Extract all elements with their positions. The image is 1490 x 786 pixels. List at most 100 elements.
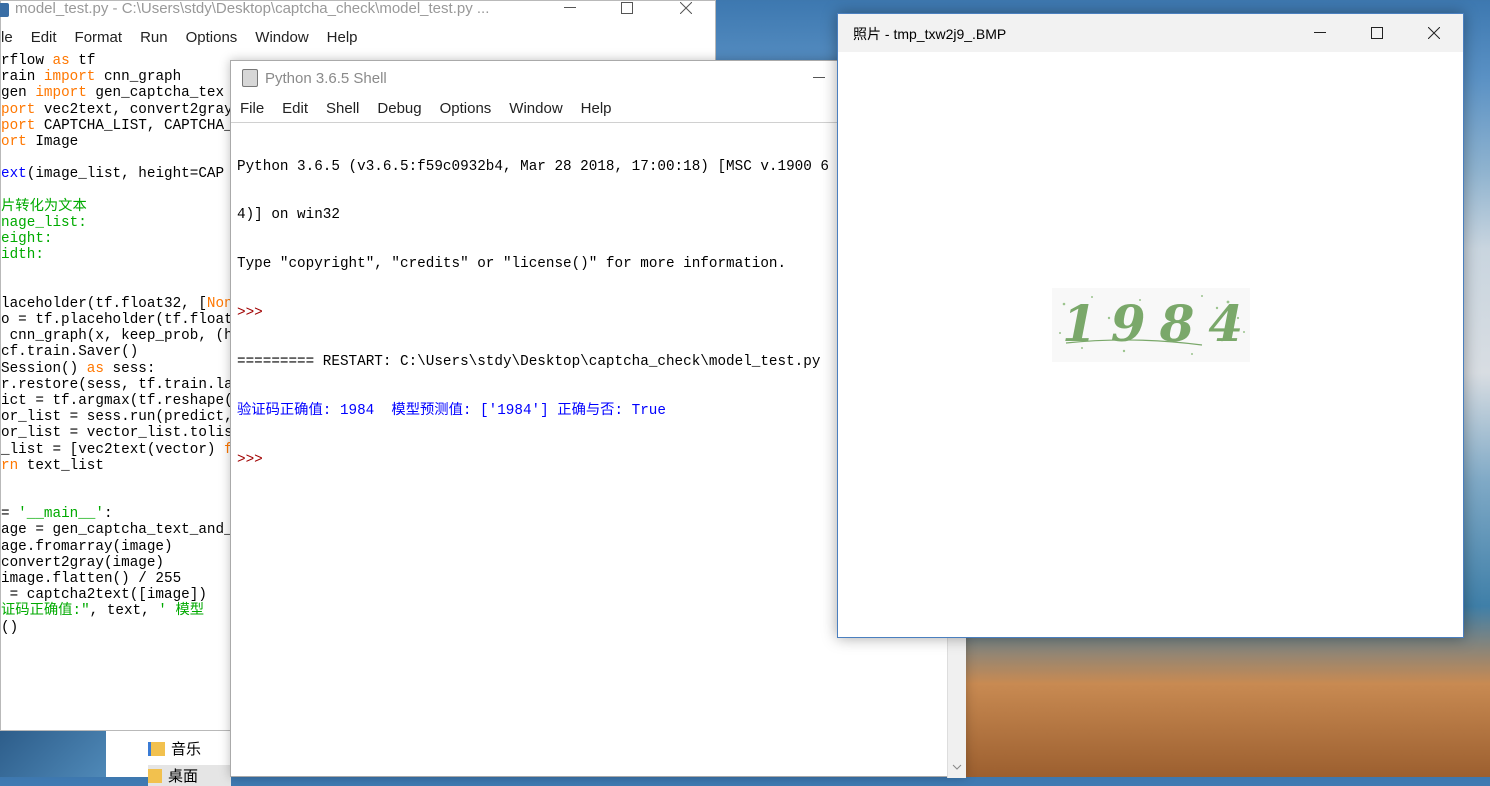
menu-item[interactable]: Options bbox=[431, 97, 501, 121]
maximize-button[interactable] bbox=[604, 0, 650, 23]
folder-icon bbox=[148, 741, 165, 756]
minimize-button[interactable] bbox=[796, 63, 842, 93]
code-line: 证码正确值:", text, ' 模型 bbox=[1, 603, 233, 619]
close-button[interactable] bbox=[1411, 18, 1457, 48]
code-line: cnn_graph(x, keep_prob, (h bbox=[1, 328, 233, 344]
code-token: _list = [vec2text(vector) bbox=[1, 441, 225, 458]
shell-output[interactable]: Python 3.6.5 (v3.6.5:f59c0932b4, Mar 28 … bbox=[237, 126, 829, 501]
code-token: gen bbox=[1, 85, 36, 102]
code-token: or_list = vector_list.tolis bbox=[1, 425, 233, 442]
code-line: laceholder(tf.float32, [Non bbox=[1, 296, 233, 312]
code-line: ort Image bbox=[1, 134, 233, 150]
minimize-icon bbox=[813, 77, 825, 78]
maximize-button[interactable] bbox=[1354, 18, 1400, 48]
menu-item[interactable]: Edit bbox=[22, 26, 66, 50]
code-line: o = tf.placeholder(tf.float bbox=[1, 312, 233, 328]
code-line: = captcha2text([image]) bbox=[1, 587, 233, 603]
code-line: () bbox=[1, 620, 233, 636]
photos-window: 照片 - tmp_txw2j9_.BMP 1984 bbox=[837, 13, 1464, 638]
code-token: image.flatten() / 255 bbox=[1, 571, 182, 587]
photos-titlebar[interactable]: 照片 - tmp_txw2j9_.BMP bbox=[838, 14, 1463, 52]
banner-line: Python 3.6.5 (v3.6.5:f59c0932b4, Mar 28 … bbox=[237, 158, 829, 175]
menu-item[interactable]: Window bbox=[246, 26, 317, 50]
code-token: port bbox=[1, 101, 36, 118]
explorer-pane: 音乐 桌面 bbox=[106, 731, 231, 786]
code-line: or_list = vector_list.tolis bbox=[1, 425, 233, 441]
minimize-button[interactable] bbox=[1297, 18, 1343, 48]
code-line: age.fromarray(image) bbox=[1, 539, 233, 555]
menu-item[interactable]: Options bbox=[177, 26, 247, 50]
code-token: o = tf.placeholder(tf.float bbox=[1, 312, 233, 328]
code-line: port vec2text, convert2gray bbox=[1, 102, 233, 118]
menu-item[interactable]: Run bbox=[131, 26, 177, 50]
menu-item[interactable]: Format bbox=[66, 26, 132, 50]
menu-item[interactable]: Shell bbox=[317, 97, 368, 121]
code-token: 片转化为文本 bbox=[1, 198, 87, 215]
code-token: import bbox=[35, 85, 87, 102]
code-line: rain import cnn_graph bbox=[1, 69, 233, 85]
code-token: import bbox=[43, 69, 96, 86]
editor-menubar: le Edit Format Run Options Window Help bbox=[0, 26, 715, 50]
menu-item[interactable]: le bbox=[0, 26, 22, 50]
menu-item[interactable]: Debug bbox=[368, 97, 430, 121]
code-token: rn bbox=[1, 457, 19, 474]
minimize-button[interactable] bbox=[547, 0, 593, 23]
code-line: rn text_list bbox=[1, 458, 233, 474]
code-token: gen_captcha_tex bbox=[86, 85, 225, 102]
photos-title: 照片 - tmp_txw2j9_.BMP bbox=[853, 26, 1007, 42]
code-area[interactable]: rflow as tf rain import cnn_graph gen impo… bbox=[1, 53, 233, 636]
editor-titlebar[interactable]: model_test.py - C:\Users\stdy\Desktop\ca… bbox=[0, 0, 715, 29]
menu-item[interactable]: Edit bbox=[273, 97, 317, 121]
code-token: Session() bbox=[1, 360, 87, 377]
code-line: idth: bbox=[1, 247, 233, 263]
close-icon bbox=[680, 2, 692, 14]
code-token: cnn_graph(x, keep_prob, (h bbox=[1, 328, 233, 345]
code-token: r.restore(sess, tf.train.la bbox=[1, 376, 233, 393]
shell-title: Python 3.6.5 Shell bbox=[265, 70, 387, 87]
close-icon bbox=[1428, 27, 1440, 39]
code-token: Non bbox=[206, 295, 233, 312]
code-line: rflow as tf bbox=[1, 53, 233, 69]
explorer-item-music[interactable]: 音乐 bbox=[148, 738, 201, 759]
menu-item[interactable]: Help bbox=[318, 26, 367, 50]
code-token: laceholder(tf.float32, [ bbox=[1, 295, 207, 312]
code-token: 证码正确值:" bbox=[1, 603, 90, 620]
code-line: or_list = sess.run(predict, bbox=[1, 409, 233, 425]
taskbar-app-icon[interactable] bbox=[0, 731, 106, 777]
shell-prompt: >>> bbox=[237, 305, 263, 322]
code-token: (image_list, height=CAP bbox=[26, 166, 225, 183]
code-token: CAPTCHA_LIST, CAPTCHA_ bbox=[35, 117, 233, 134]
scroll-down-icon[interactable] bbox=[948, 758, 966, 776]
code-token: as bbox=[52, 53, 70, 69]
banner-line: Type "copyright", "credits" or "license(… bbox=[237, 256, 787, 273]
menu-item[interactable]: Window bbox=[500, 97, 571, 121]
code-token: idth: bbox=[1, 247, 44, 264]
code-token: port bbox=[1, 117, 36, 134]
python-file-icon bbox=[0, 3, 9, 17]
code-line: ext(image_list, height=CAP bbox=[1, 166, 233, 182]
code-token: or_list = sess.run(predict, bbox=[1, 409, 233, 426]
code-line: ict = tf.argmax(tf.reshape( bbox=[1, 393, 233, 409]
banner-line: 4)] on win32 bbox=[237, 207, 340, 224]
shell-prompt[interactable]: >>> bbox=[237, 452, 829, 468]
code-token: as bbox=[86, 360, 104, 377]
code-token: rflow bbox=[1, 53, 53, 69]
code-token: nage_list: bbox=[1, 214, 87, 231]
vertical-scrollbar[interactable] bbox=[947, 638, 966, 778]
menu-item[interactable]: File bbox=[231, 97, 273, 121]
code-token: tf bbox=[69, 53, 96, 69]
code-token: ext bbox=[1, 166, 27, 183]
code-line: r.restore(sess, tf.train.la bbox=[1, 377, 233, 393]
code-line: gen import gen_captcha_tex bbox=[1, 85, 233, 101]
menu-item[interactable]: Help bbox=[572, 97, 621, 121]
code-line: cf.train.Saver() bbox=[1, 344, 233, 360]
maximize-icon bbox=[621, 2, 633, 14]
explorer-item-desktop[interactable]: 桌面 bbox=[148, 765, 231, 786]
close-button[interactable] bbox=[663, 0, 709, 23]
code-token: eight: bbox=[1, 231, 53, 248]
maximize-icon bbox=[1371, 27, 1383, 39]
